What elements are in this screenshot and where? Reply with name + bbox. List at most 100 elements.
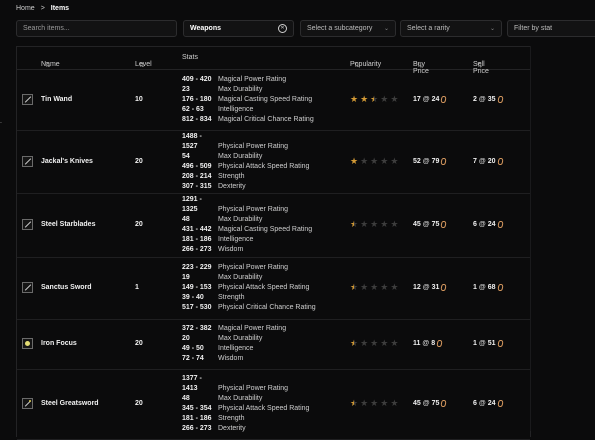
stat-line: 54 Max Durability bbox=[182, 152, 352, 162]
clear-icon[interactable]: ✕ bbox=[278, 24, 287, 33]
buy-price: 45 @75 bbox=[413, 399, 448, 408]
star-icon: ★ bbox=[390, 93, 399, 104]
star-icon: ★ bbox=[380, 282, 389, 292]
chevron-down-icon: ⌄ bbox=[489, 26, 495, 32]
star-icon: ★ bbox=[370, 219, 379, 229]
category-select[interactable]: Weapons ✕ bbox=[183, 20, 294, 37]
stat-line: 1488 - bbox=[182, 132, 352, 142]
subcategory-select[interactable]: Select a subcategory ⌄ bbox=[300, 20, 396, 37]
stat-value: 1527 bbox=[182, 143, 198, 150]
sort-icon[interactable]: ⇅ bbox=[417, 61, 423, 69]
star-icon: ★ bbox=[360, 219, 369, 229]
rarity-select[interactable]: Select a rarity ⌄ bbox=[400, 20, 502, 37]
stat-label: Max Durability bbox=[218, 153, 263, 160]
at-icon: @ bbox=[478, 221, 486, 228]
sort-icon[interactable]: ⇅ bbox=[477, 61, 483, 69]
header-level[interactable]: Level ⇅ bbox=[135, 54, 152, 69]
sell-price: 2 @35 bbox=[473, 95, 504, 103]
item-name[interactable]: Tin Wand bbox=[41, 96, 72, 103]
price-primary: 6 bbox=[473, 400, 477, 407]
item-level: 1 bbox=[135, 284, 139, 291]
buy-price: 17 @24 bbox=[413, 95, 448, 103]
header-sell-price[interactable]: Sell Price ⇅ bbox=[473, 54, 489, 75]
stat-line: 1291 - bbox=[182, 195, 352, 205]
buy-price: 52 @79 bbox=[413, 157, 448, 165]
table-row[interactable]: Jackal's Knives 20 1488 - 1527 Physical Powe… bbox=[17, 130, 530, 194]
price-primary: 2 bbox=[473, 95, 477, 103]
subcategory-placeholder: Select a subcategory bbox=[307, 25, 373, 32]
price-primary: 45 bbox=[413, 400, 421, 407]
header-buy-price[interactable]: Buy Price ⇅ bbox=[413, 54, 429, 75]
stat-filter-select[interactable]: Filter by stat ⌄ bbox=[507, 20, 595, 37]
popularity-rating: ★ ★ ★ ★ ★ bbox=[350, 398, 398, 409]
price-secondary: 8 bbox=[431, 340, 436, 347]
header-popularity[interactable]: Popularity ⇅ bbox=[350, 54, 381, 69]
price-secondary: 68 bbox=[487, 284, 496, 291]
table-row[interactable]: Tin Wand 10 409 - 420 Magical Power Rating 2… bbox=[17, 69, 530, 131]
search-input[interactable]: Search items... bbox=[16, 20, 177, 37]
table-header: Name ⇅ Level ⇅ Stats Popularity ⇅ Buy Pr… bbox=[17, 47, 530, 75]
coin-icon bbox=[496, 283, 504, 292]
price-secondary: 79 bbox=[431, 157, 440, 165]
sell-price: 7 @20 bbox=[473, 157, 504, 165]
stat-value: 39 - 40 bbox=[182, 294, 204, 301]
header-name[interactable]: Name ⇅ bbox=[41, 54, 60, 69]
sort-icon[interactable]: ⇅ bbox=[354, 61, 360, 69]
at-icon: @ bbox=[422, 340, 430, 347]
stat-line: 49 - 50 Intelligence bbox=[182, 344, 352, 354]
stat-label: Physical Critical Chance Rating bbox=[218, 304, 316, 311]
star-icon: ★ bbox=[390, 338, 399, 348]
sell-price: 1 @51 bbox=[473, 339, 504, 348]
popularity-rating: ★ ★ ★ ★ ★ bbox=[350, 94, 398, 105]
table-row[interactable]: Sanctus Sword 1 223 - 229 Physical Power Ra… bbox=[17, 257, 530, 320]
star-icon: ★ bbox=[360, 282, 369, 292]
stat-label: Magical Casting Speed Rating bbox=[218, 226, 313, 233]
divider bbox=[530, 46, 531, 431]
stat-line: 372 - 382 Magical Power Rating bbox=[182, 324, 352, 334]
stat-value: 49 - 50 bbox=[182, 345, 204, 352]
price-primary: 12 bbox=[413, 284, 421, 291]
stat-line: 19 Max Durability bbox=[182, 273, 352, 283]
coin-icon bbox=[496, 339, 504, 348]
table-row[interactable]: Steel Greatsword 20 1377 - 1413 Physical Pow… bbox=[17, 369, 530, 440]
stat-label: Physical Power Rating bbox=[218, 264, 289, 271]
star-icon: ★ bbox=[350, 219, 359, 229]
at-icon: @ bbox=[478, 157, 486, 165]
sort-icon[interactable]: ⇅ bbox=[45, 61, 51, 69]
stat-value: 20 bbox=[182, 335, 190, 342]
stat-value: 1291 - bbox=[182, 196, 202, 203]
item-level: 20 bbox=[135, 400, 143, 407]
item-name[interactable]: Steel Starblades bbox=[41, 221, 95, 228]
star-icon: ★ bbox=[390, 282, 399, 292]
stat-value: 431 - 442 bbox=[182, 226, 212, 233]
star-icon: ★ bbox=[360, 398, 369, 408]
stat-label: Strength bbox=[218, 415, 245, 422]
table-row[interactable]: Steel Starblades 20 1291 - 1325 Physical Pow… bbox=[17, 193, 530, 258]
breadcrumb-home-link[interactable]: Home bbox=[16, 5, 35, 12]
coin-icon bbox=[440, 283, 448, 292]
sell-price: 1 @68 bbox=[473, 283, 504, 292]
stat-line: 23 Max Durability bbox=[182, 85, 352, 95]
item-name[interactable]: Iron Focus bbox=[41, 340, 77, 347]
item-stats: 372 - 382 Magical Power Rating 20 Max Durab… bbox=[182, 324, 352, 364]
stat-label: Magical Casting Speed Rating bbox=[218, 95, 313, 103]
price-secondary: 35 bbox=[487, 95, 496, 103]
at-icon: @ bbox=[422, 221, 430, 228]
stat-label: Max Durability bbox=[218, 274, 263, 281]
stat-line: 496 - 509 Physical Attack Speed Rating bbox=[182, 162, 352, 172]
side-marker: . bbox=[0, 118, 2, 125]
stat-value: 1325 bbox=[182, 206, 198, 213]
stat-value: 812 - 834 bbox=[182, 115, 212, 123]
sort-icon[interactable]: ⇅ bbox=[139, 61, 145, 69]
item-name[interactable]: Sanctus Sword bbox=[41, 284, 92, 291]
item-name[interactable]: Steel Greatsword bbox=[41, 400, 99, 407]
stat-label: Wisdom bbox=[218, 355, 244, 362]
star-icon: ★ bbox=[370, 282, 379, 292]
stat-label: Physical Power Rating bbox=[218, 385, 289, 392]
stat-value: 1488 - bbox=[182, 133, 202, 140]
table-row[interactable]: Iron Focus 20 372 - 382 Magical Power Ratin… bbox=[17, 319, 530, 370]
item-name[interactable]: Jackal's Knives bbox=[41, 158, 93, 165]
star-icon: ★ bbox=[370, 338, 379, 348]
search-placeholder: Search items... bbox=[23, 25, 70, 32]
price-secondary: 75 bbox=[431, 400, 440, 407]
